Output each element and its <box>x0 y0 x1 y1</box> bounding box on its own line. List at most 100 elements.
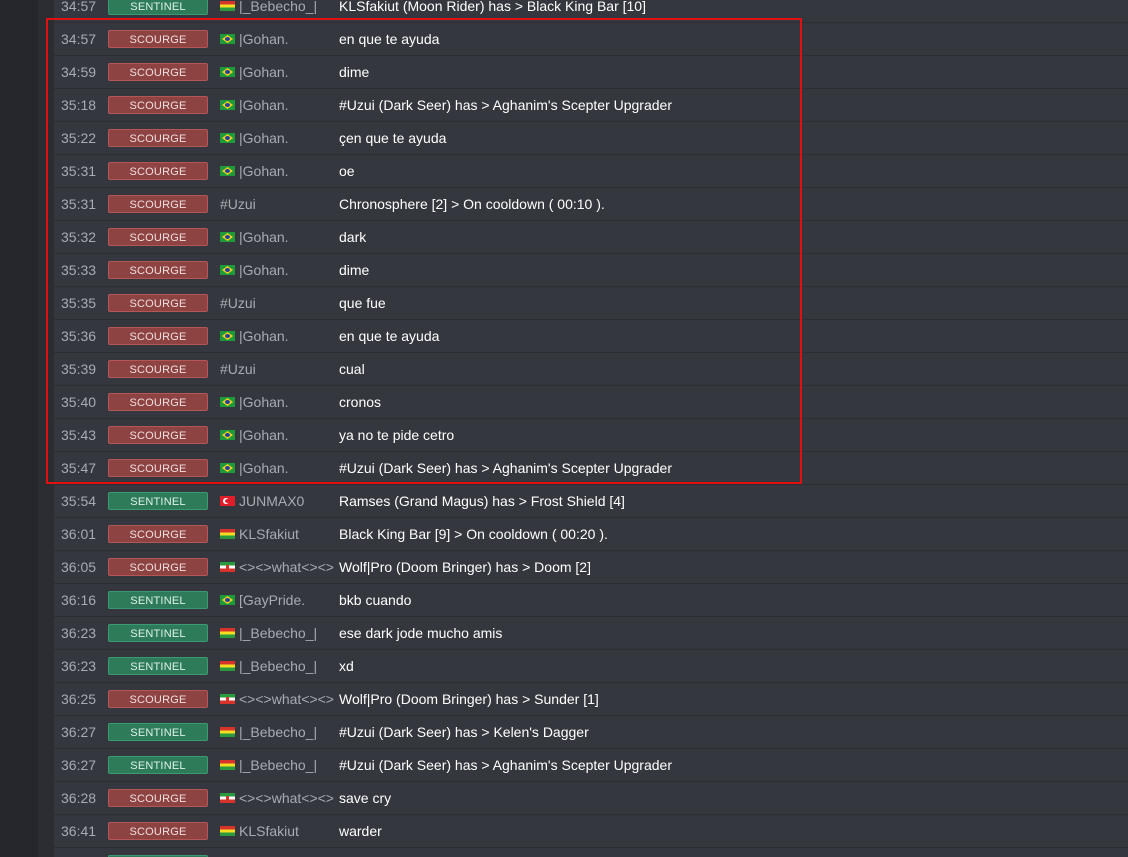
chat-log-row: 36:41 SCOURGE KLSfakiut warder <box>54 815 1128 848</box>
flag-ir-icon <box>220 694 235 704</box>
player-name: <><>what<><> <box>239 790 334 806</box>
chat-log-app: 34:57 SENTINEL |_Bebecho_| KLSfakiut (Mo… <box>0 0 1128 857</box>
player-name: |Gohan. <box>239 97 289 113</box>
chat-message: çen que te ayuda <box>339 130 447 146</box>
team-badge: SCOURGE <box>108 162 208 180</box>
chat-message: bkb cuando <box>339 592 412 608</box>
flag-bo-icon <box>220 529 235 539</box>
timestamp: 35:33 <box>61 262 97 278</box>
flag-tr-icon <box>220 496 235 506</box>
player-cell: #Uzui <box>220 196 339 212</box>
chat-log-row: 35:33 SCOURGE |Gohan. dime <box>54 254 1128 287</box>
team-badge: SCOURGE <box>108 294 208 312</box>
chat-message: dime <box>339 262 370 278</box>
player-name: #Uzui <box>220 196 256 212</box>
player-cell: |Gohan. <box>220 427 339 443</box>
player-name: [GayPride. <box>239 592 306 608</box>
chat-log-list: 34:57 SENTINEL |_Bebecho_| KLSfakiut (Mo… <box>54 0 1128 857</box>
timestamp: 35:32 <box>61 229 97 245</box>
timestamp: 35:35 <box>61 295 97 311</box>
player-cell: |Gohan. <box>220 97 339 113</box>
chat-message: ya no te pide cetro <box>339 427 455 443</box>
team-badge: SCOURGE <box>108 360 208 378</box>
timestamp: 36:16 <box>61 592 97 608</box>
chat-log-row: 36:27 SENTINEL |_Bebecho_| #Uzui (Dark S… <box>54 749 1128 782</box>
timestamp: 36:23 <box>61 658 97 674</box>
timestamp: 34:59 <box>61 64 97 80</box>
player-name: |_Bebecho_| <box>239 724 318 740</box>
timestamp: 35:39 <box>61 361 97 377</box>
team-badge: SCOURGE <box>108 393 208 411</box>
chat-message: xd <box>339 658 354 674</box>
left-gutter <box>0 0 38 857</box>
timestamp: 36:23 <box>61 625 97 641</box>
player-name: |Gohan. <box>239 229 289 245</box>
timestamp: 35:18 <box>61 97 97 113</box>
player-cell: |Gohan. <box>220 328 339 344</box>
player-name: #Uzui <box>220 361 256 377</box>
player-cell: |Gohan. <box>220 130 339 146</box>
player-cell: |Gohan. <box>220 163 339 179</box>
flag-bo-icon <box>220 628 235 638</box>
flag-br-icon <box>220 67 235 77</box>
team-badge: SCOURGE <box>108 558 208 576</box>
timestamp: 34:57 <box>61 0 97 14</box>
chat-log-row: 35:31 SCOURGE |Gohan. oe <box>54 155 1128 188</box>
player-cell: |Gohan. <box>220 64 339 80</box>
player-name: |_Bebecho_| <box>239 625 318 641</box>
chat-log-row: 36:16 SENTINEL [GayPride. bkb cuando <box>54 584 1128 617</box>
player-cell: |Gohan. <box>220 31 339 47</box>
chat-log-row: 36:25 SCOURGE <><>what<><> Wolf|Pro (Doo… <box>54 683 1128 716</box>
chat-message: save cry <box>339 790 392 806</box>
timestamp: 36:01 <box>61 526 97 542</box>
chat-message: Ramses (Grand Magus) has > Frost Shield … <box>339 493 625 509</box>
chat-message: cronos <box>339 394 382 410</box>
chat-log-row: 35:22 SCOURGE |Gohan. çen que te ayuda <box>54 122 1128 155</box>
chat-message: #Uzui (Dark Seer) has > Aghanim's Scepte… <box>339 97 672 113</box>
timestamp: 35:31 <box>61 163 97 179</box>
team-badge: SCOURGE <box>108 525 208 543</box>
chat-message: dime <box>339 64 370 80</box>
timestamp: 36:41 <box>61 823 97 839</box>
chat-log-row: 35:39 SCOURGE #Uzui cual <box>54 353 1128 386</box>
flag-br-icon <box>220 331 235 341</box>
flag-br-icon <box>220 232 235 242</box>
player-name: |_Bebecho_| <box>239 0 318 14</box>
player-cell: [GayPride. <box>220 592 339 608</box>
flag-br-icon <box>220 265 235 275</box>
chat-log-row: 36:23 SENTINEL |_Bebecho_| ese dark jode… <box>54 617 1128 650</box>
flag-br-icon <box>220 430 235 440</box>
player-cell: |Gohan. <box>220 229 339 245</box>
team-badge: SENTINEL <box>108 723 208 741</box>
player-cell: KLSfakiut <box>220 823 339 839</box>
player-name: |Gohan. <box>239 163 289 179</box>
team-badge: SCOURGE <box>108 228 208 246</box>
chat-log-row: 35:31 SCOURGE #Uzui Chronosphere [2] > O… <box>54 188 1128 221</box>
chat-log-row: 36:01 SCOURGE KLSfakiut Black King Bar [… <box>54 518 1128 551</box>
flag-bo-icon <box>220 661 235 671</box>
player-name: <><>what<><> <box>239 691 334 707</box>
chat-log-row: 35:40 SCOURGE |Gohan. cronos <box>54 386 1128 419</box>
chat-message: #Uzui (Dark Seer) has > Aghanim's Scepte… <box>339 460 672 476</box>
player-name: |Gohan. <box>239 130 289 146</box>
timestamp: 35:31 <box>61 196 97 212</box>
team-badge: SCOURGE <box>108 30 208 48</box>
player-name: |Gohan. <box>239 394 289 410</box>
chat-log-row: 36:28 SCOURGE <><>what<><> save cry <box>54 782 1128 815</box>
player-cell: |Gohan. <box>220 394 339 410</box>
chat-message: que fue <box>339 295 386 311</box>
player-cell: #Uzui <box>220 295 339 311</box>
team-badge: SENTINEL <box>108 0 208 15</box>
team-badge: SENTINEL <box>108 591 208 609</box>
flag-ir-icon <box>220 793 235 803</box>
player-name: |Gohan. <box>239 31 289 47</box>
team-badge: SCOURGE <box>108 327 208 345</box>
player-cell: |_Bebecho_| <box>220 0 339 14</box>
team-badge: SCOURGE <box>108 195 208 213</box>
team-badge: SENTINEL <box>108 624 208 642</box>
chat-log-row: 36:05 SCOURGE <><>what<><> Wolf|Pro (Doo… <box>54 551 1128 584</box>
chat-message: ese dark jode mucho amis <box>339 625 503 641</box>
player-name: KLSfakiut <box>239 526 299 542</box>
chat-log-row: 35:54 SENTINEL JUNMAX0 Ramses (Grand Mag… <box>54 485 1128 518</box>
chat-log-row: 34:57 SENTINEL |_Bebecho_| KLSfakiut (Mo… <box>54 0 1128 23</box>
